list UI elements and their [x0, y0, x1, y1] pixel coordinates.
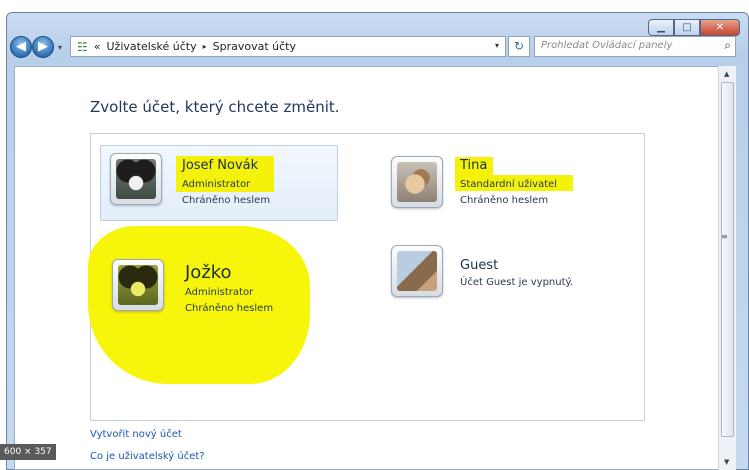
back-button[interactable]: ◀	[10, 36, 32, 58]
account-role: Administrator	[185, 287, 254, 298]
back-arrow-icon: ◀	[16, 39, 26, 54]
create-account-link[interactable]: Vytvořit nový účet	[90, 429, 182, 440]
account-name[interactable]: Guest	[460, 258, 498, 273]
dog-avatar-icon[interactable]	[110, 153, 162, 205]
search-input[interactable]: Prohledat Ovládací panely ⌕	[534, 36, 736, 57]
page-title: Zvolte účet, který chcete změnit.	[90, 98, 340, 116]
scroll-thumb[interactable]	[721, 82, 734, 437]
breadcrumb-manage-accounts[interactable]: Spravovat účty	[213, 40, 296, 53]
account-name[interactable]: Jožko	[185, 262, 232, 283]
scroll-up-icon[interactable]: ▲	[724, 70, 729, 78]
account-status: Chráněno heslem	[185, 303, 274, 314]
guest-avatar-icon[interactable]	[391, 245, 443, 297]
account-role: Účet Guest je vypnutý.	[460, 277, 574, 288]
what-is-account-link[interactable]: Co je uživatelský účet?	[90, 451, 205, 462]
breadcrumb-user-accounts[interactable]: Uživatelské účty	[107, 40, 197, 53]
account-status: Chráněno heslem	[182, 195, 271, 206]
search-placeholder: Prohledat Ovládací panely	[541, 40, 673, 51]
forward-button[interactable]: ▶	[32, 36, 54, 58]
top-strip	[0, 0, 749, 12]
search-icon[interactable]: ⌕	[724, 38, 731, 53]
refresh-icon: ↻	[513, 39, 525, 53]
account-role: Administrator	[182, 179, 251, 190]
refresh-button[interactable]: ↻	[508, 36, 530, 57]
vertical-scrollbar[interactable]: ▲ ≡ ▼	[718, 66, 736, 470]
account-status: Chráněno heslem	[460, 195, 549, 206]
cat-avatar-icon[interactable]	[391, 156, 443, 208]
breadcrumb-separator-icon[interactable]: ▸	[203, 42, 207, 51]
size-badge: 600 × 357	[0, 444, 56, 460]
address-bar[interactable]: ☷ « Uživatelské účty ▸ Spravovat účty ▾	[70, 36, 506, 57]
recent-pages-dropdown[interactable]: ▾	[58, 43, 62, 52]
account-name[interactable]: Tina	[460, 158, 487, 173]
dog-avatar-icon[interactable]	[112, 259, 164, 311]
address-dropdown-icon[interactable]: ▾	[495, 41, 499, 50]
scroll-down-icon[interactable]: ▼	[724, 458, 729, 466]
navigation-bar: ◀ ▶ ▾ ☷ « Uživatelské účty ▸ Spravovat ú…	[8, 34, 736, 60]
breadcrumb-overflow[interactable]: «	[94, 40, 101, 53]
account-role: Standardní uživatel	[460, 179, 558, 190]
account-name[interactable]: Josef Novák	[182, 158, 258, 173]
control-panel-icon: ☷	[77, 39, 88, 54]
scroll-grip-icon: ≡	[721, 232, 728, 241]
forward-arrow-icon: ▶	[38, 39, 48, 54]
